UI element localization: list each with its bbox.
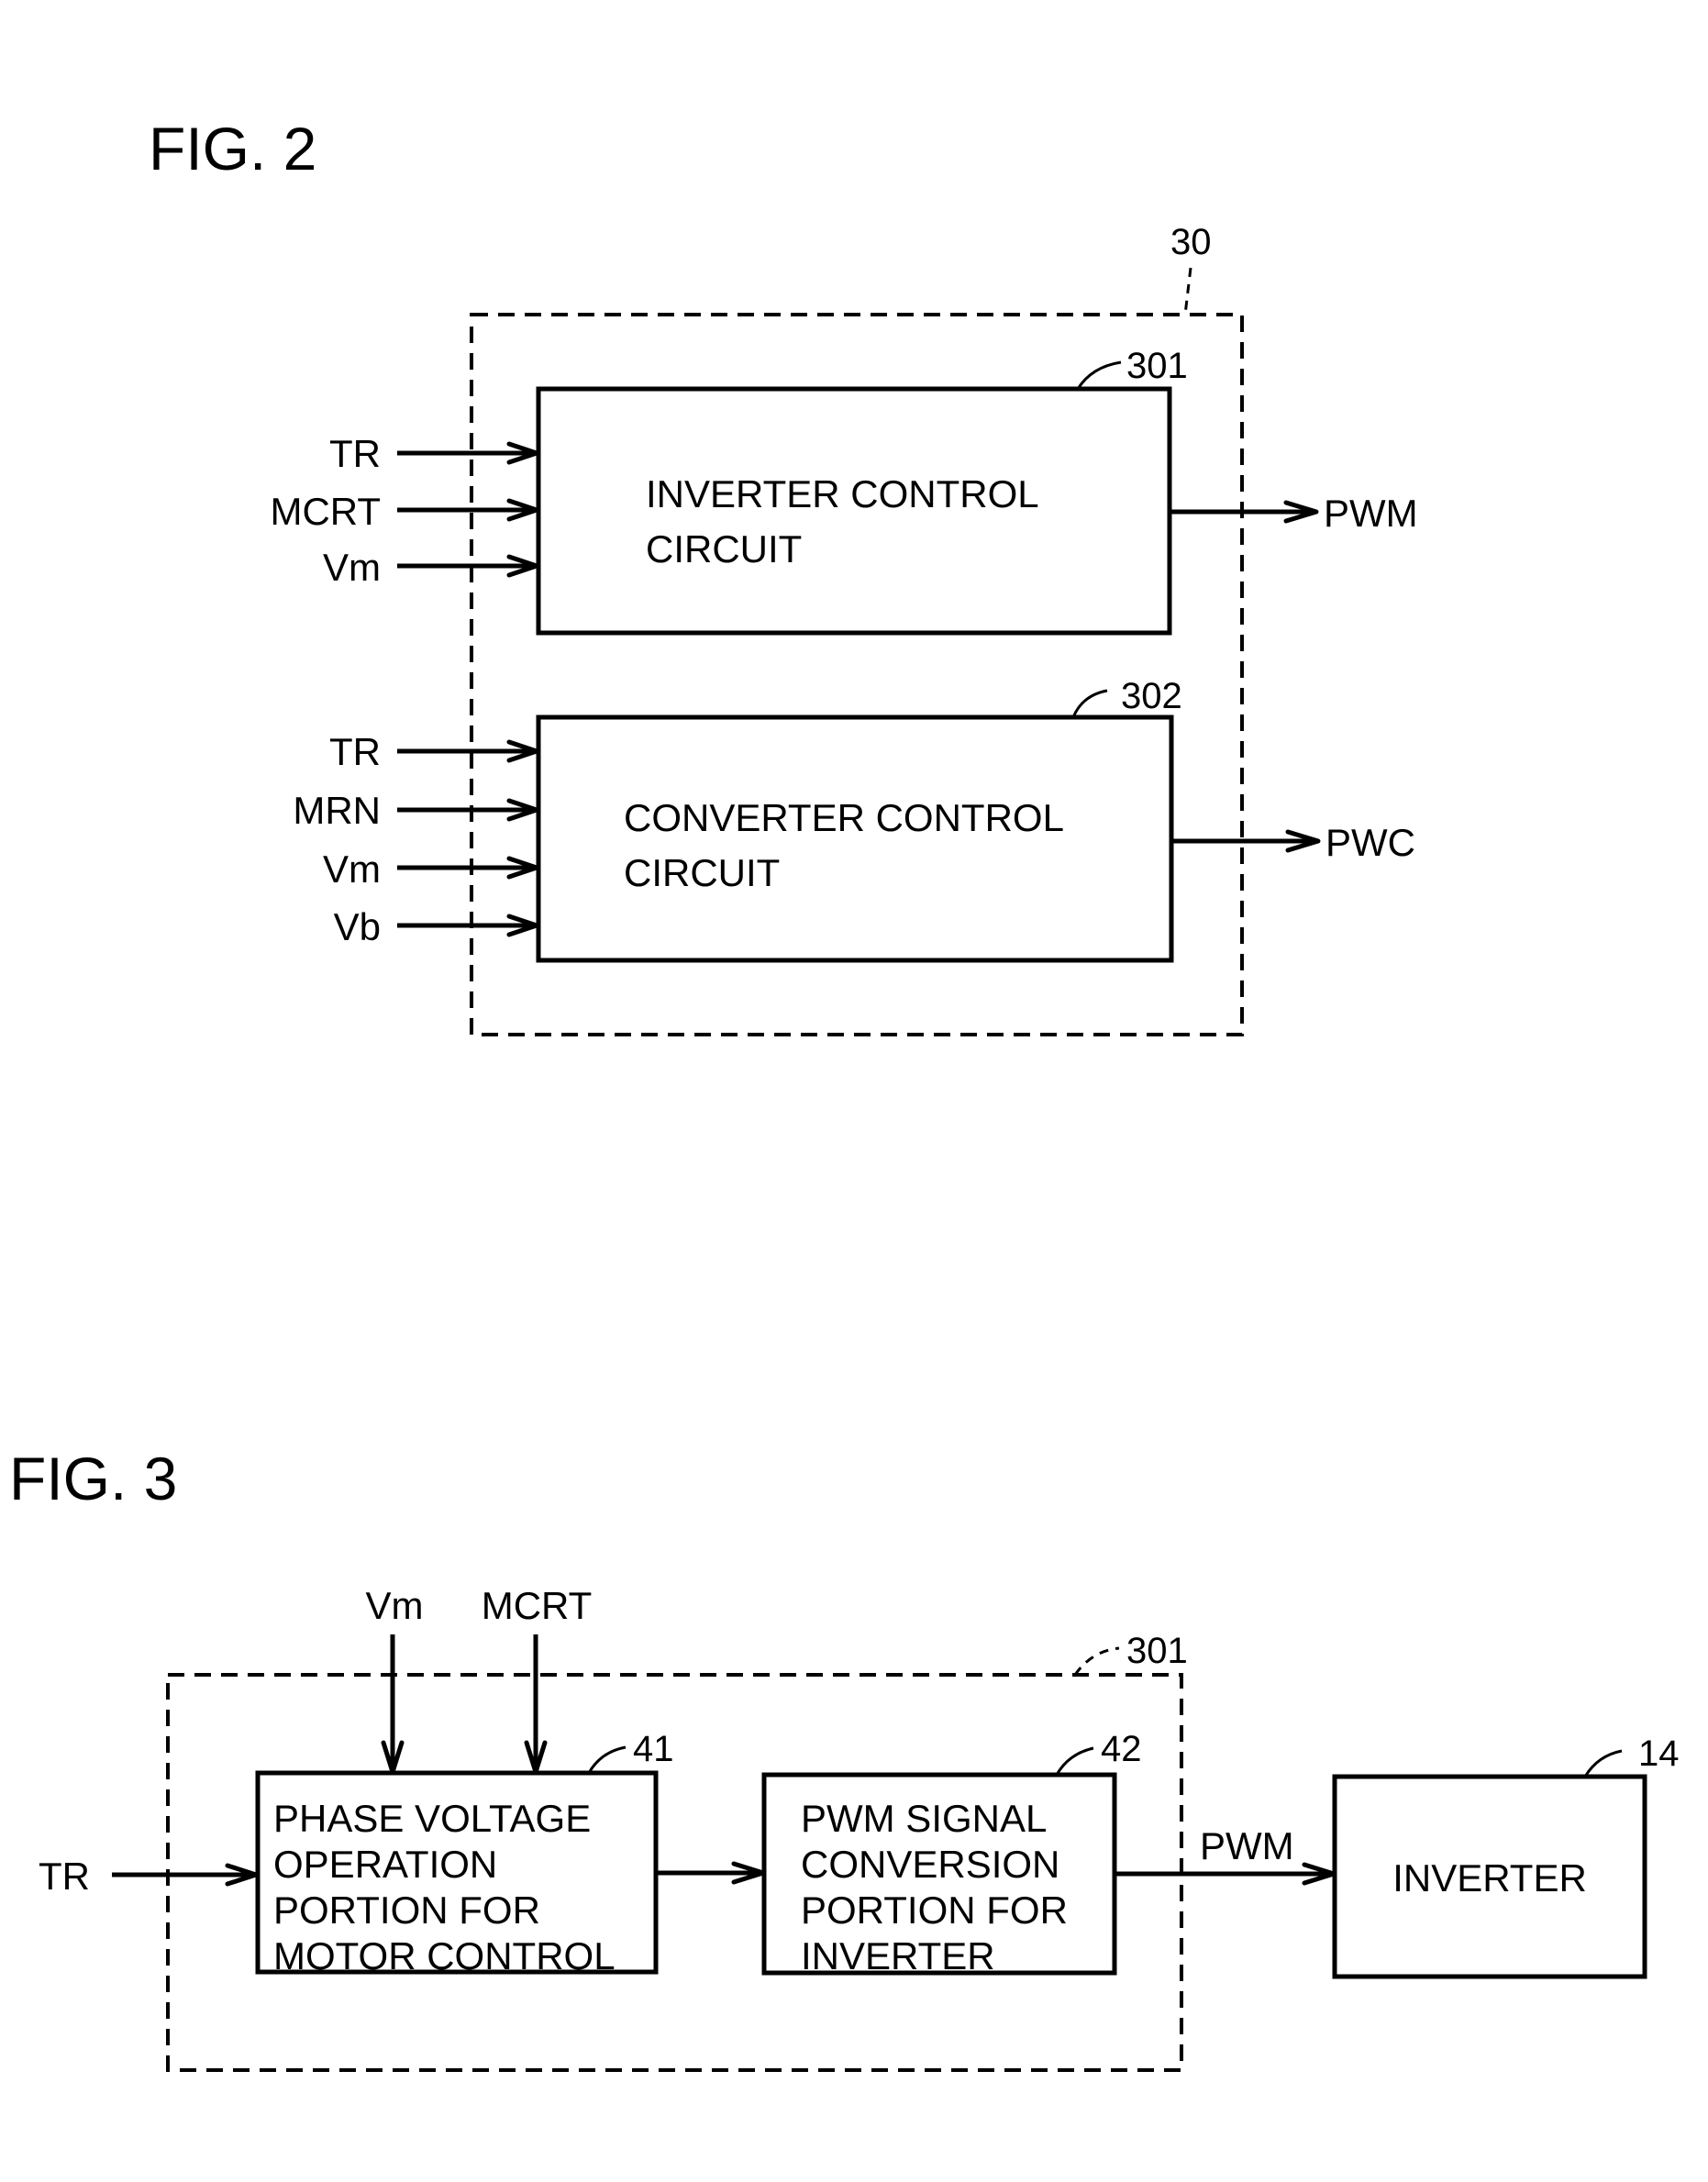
inverter-control-circuit-block[interactable]: INVERTER CONTROL CIRCUIT [536,386,1172,636]
pwm-signal-conversion-block[interactable]: PWM SIGNAL CONVERSION PORTION FOR INVERT… [761,1772,1117,1977]
output-signal-pwc: PWC [1325,821,1415,864]
top-input-vm: Vm [366,1584,424,1627]
input-signal-vb-302: Vb [334,905,381,948]
input-signal-vm-302: Vm [323,847,381,891]
leader-line-301 [1076,360,1122,390]
figure-3-title: FIG. 3 [9,1445,177,1512]
patent-drawing-sheet: FIG. 2 30 INVERTER CONTROL CIRCUIT 301 T… [9,115,1680,2072]
ref-label-301: 301 [1126,346,1188,386]
phase-voltage-operation-block[interactable]: PHASE VOLTAGE OPERATION PORTION FOR MOTO… [255,1770,659,1977]
input-signal-tr-302: TR [329,730,381,773]
figure-3: FIG. 3 301 Vm MCRT TR PHASE VOLTAGE OPER… [9,1445,1680,2072]
ref-label-41: 41 [633,1729,674,1769]
ref-label-30: 30 [1170,222,1212,262]
converter-control-circuit-block[interactable]: CONVERTER CONTROL CIRCUIT [536,714,1174,963]
block-42-line-4: INVERTER [801,1934,995,1977]
block-301-line-2: CIRCUIT [646,527,802,570]
ref-label-302: 302 [1121,676,1182,716]
leader-line-30 [1183,267,1192,316]
block-42-line-2: CONVERSION [801,1843,1059,1886]
top-input-mcrt: MCRT [482,1584,593,1627]
block-41-line-4: MOTOR CONTROL [273,1934,616,1977]
block-42-line-3: PORTION FOR [801,1888,1068,1932]
block-41-line-1: PHASE VOLTAGE [273,1797,591,1840]
leader-line-301-fig3 [1073,1646,1120,1676]
block-41-line-3: PORTION FOR [273,1888,540,1932]
ref-label-301-fig3: 301 [1126,1631,1188,1671]
leader-line-14 [1583,1749,1623,1778]
ref-label-42: 42 [1101,1729,1142,1769]
left-input-tr: TR [39,1855,90,1898]
figure-2-title: FIG. 2 [149,115,316,183]
block-42-line-1: PWM SIGNAL [801,1797,1047,1840]
inverter-block[interactable]: INVERTER [1332,1774,1647,1979]
block-301-line-1: INVERTER CONTROL [646,472,1039,515]
input-signal-mrn-302: MRN [293,789,381,832]
leader-line-42 [1055,1746,1094,1776]
input-signal-tr-301: TR [329,432,381,475]
output-signal-pwm: PWM [1324,492,1418,535]
block-14-label: INVERTER [1392,1856,1587,1900]
figure-2: FIG. 2 30 INVERTER CONTROL CIRCUIT 301 T… [149,115,1418,1036]
leader-line-41 [587,1745,627,1774]
leader-line-302 [1071,689,1108,718]
block-41-line-2: OPERATION [273,1843,497,1886]
block-302-line-1: CONVERTER CONTROL [624,796,1064,839]
link-label-pwm: PWM [1200,1824,1294,1867]
ref-label-14: 14 [1638,1733,1680,1774]
block-302-line-2: CIRCUIT [624,851,780,894]
input-signal-vm-301: Vm [323,546,381,589]
input-signal-mcrt-301: MCRT [270,490,381,533]
